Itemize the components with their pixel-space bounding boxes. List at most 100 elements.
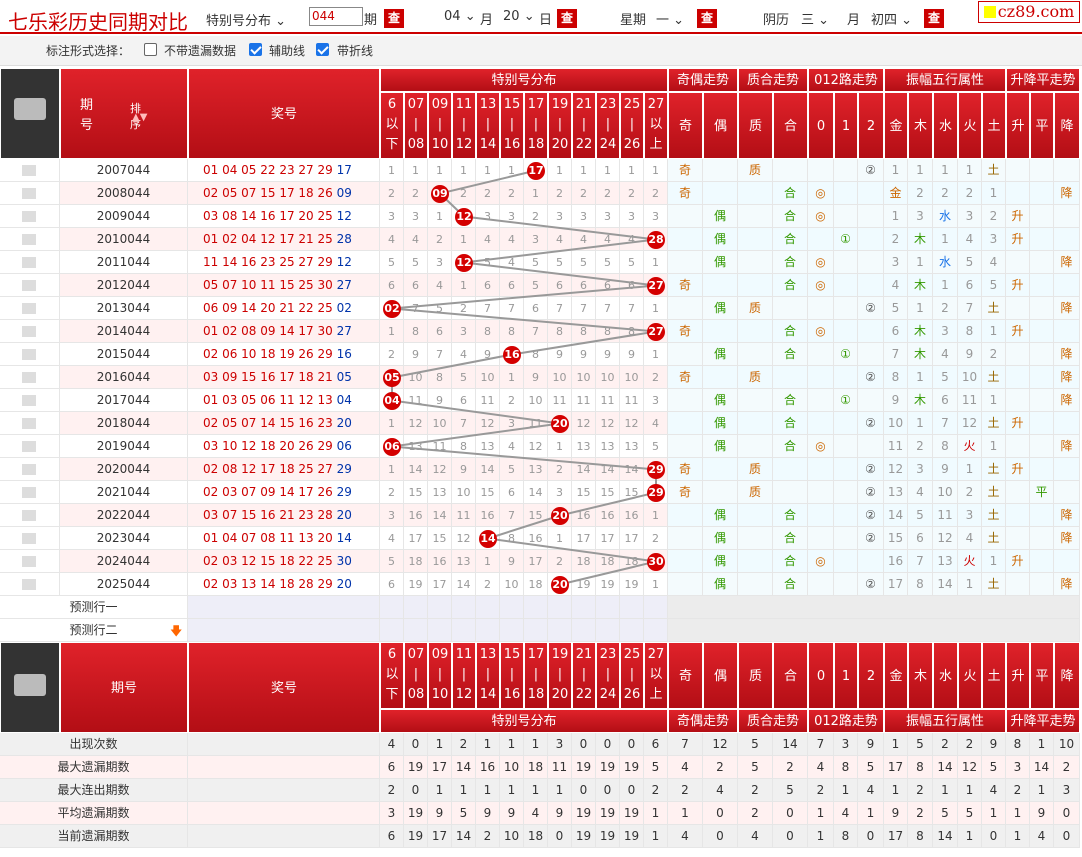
month-select[interactable]: 04 ⌄	[444, 9, 476, 24]
site-logo[interactable]: cz89.com	[978, 1, 1080, 23]
lunar-month-select[interactable]: 三 ⌄	[801, 9, 829, 28]
attr-cell: 5	[933, 366, 958, 389]
predict-dist-cell[interactable]	[428, 619, 452, 642]
predict-dist-cell[interactable]	[452, 619, 476, 642]
predict-dist-cell[interactable]	[548, 596, 572, 619]
predict-prize-cell[interactable]	[188, 619, 380, 642]
issue-cell: 2016044	[60, 366, 188, 389]
attr-cell: 3	[884, 251, 908, 274]
attr-cell	[668, 412, 703, 435]
attr-cell: 13	[884, 481, 908, 504]
predict-dist-cell[interactable]	[500, 619, 524, 642]
prize-numbers: 02 08 12 17 18 25 27	[203, 462, 337, 476]
stat-cell: 19	[404, 756, 428, 779]
day-select[interactable]: 20 ⌄	[503, 9, 535, 24]
predict-dist-cell[interactable]	[620, 619, 644, 642]
miss-cell: 4	[380, 527, 404, 550]
stat-cell: 5	[644, 756, 668, 779]
query-issue-button[interactable]: 查	[384, 9, 404, 28]
attr-cell	[773, 481, 808, 504]
predict-arrow-icon[interactable]: 🡇	[170, 622, 182, 643]
predict-dist-cell[interactable]	[644, 596, 668, 619]
week-select[interactable]: 一 ⌄	[656, 9, 684, 28]
attr-cell: 合	[773, 228, 808, 251]
attr-cell	[834, 297, 858, 320]
polyline-checkbox[interactable]	[316, 43, 329, 56]
day-value: 20	[503, 9, 520, 24]
predict-dist-cell[interactable]	[452, 596, 476, 619]
issue-input[interactable]: 044	[309, 7, 363, 26]
group-col-footer: 偶	[703, 642, 738, 709]
special-number: 20	[336, 416, 352, 430]
predict-dist-cell[interactable]	[572, 596, 596, 619]
attr-cell	[834, 366, 858, 389]
attr-cell: 合	[773, 412, 808, 435]
predict-dist-cell[interactable]	[404, 619, 428, 642]
dist-type-select[interactable]: 特别号分布 ⌄	[206, 10, 286, 29]
miss-cell: 1	[380, 320, 404, 343]
attr-cell: 降	[1054, 389, 1080, 412]
thumb-blur-icon	[22, 556, 36, 567]
sort-arrow-icon[interactable]: ▲▼	[132, 112, 147, 123]
predict-dist-cell[interactable]	[596, 596, 620, 619]
predict-dist-cell[interactable]	[524, 619, 548, 642]
prize-numbers: 03 09 15 16 17 18 21	[203, 370, 337, 384]
miss-cell: 3	[548, 205, 572, 228]
predict-dist-cell[interactable]	[380, 596, 404, 619]
miss-cell: 1	[548, 527, 572, 550]
stat-label: 最大连出期数	[0, 779, 188, 802]
special-number: 04	[336, 393, 352, 407]
predict-prize-cell[interactable]	[188, 596, 380, 619]
no-miss-label: 不带遗漏数据	[164, 44, 237, 58]
predict-dist-cell[interactable]	[524, 596, 548, 619]
attr-cell	[808, 366, 834, 389]
prize-cell: 01 03 05 06 11 12 13 04	[188, 389, 380, 412]
lunar-label: 阴历	[763, 13, 790, 28]
no-miss-checkbox[interactable]	[144, 43, 157, 56]
predict-dist-cell[interactable]	[380, 619, 404, 642]
miss-cell: 14	[572, 458, 596, 481]
miss-cell: 12	[476, 412, 500, 435]
attr-cell	[668, 389, 703, 412]
miss-cell: 5	[380, 251, 404, 274]
predict-dist-cell[interactable]	[428, 596, 452, 619]
stat-cell: 6	[644, 733, 668, 756]
attr-cell	[808, 527, 834, 550]
attr-cell: ◎	[808, 205, 834, 228]
query-date-button[interactable]: 查	[557, 9, 577, 28]
predict-dist-cell[interactable]	[644, 619, 668, 642]
predict-attr-cell[interactable]	[668, 596, 1080, 619]
predict-dist-cell[interactable]	[620, 596, 644, 619]
predict-dist-cell[interactable]	[548, 619, 572, 642]
miss-cell: 6	[476, 274, 500, 297]
predict-dist-cell[interactable]	[596, 619, 620, 642]
predict-label[interactable]: 预测行一	[0, 596, 188, 619]
miss-cell: 1	[524, 182, 548, 205]
predict-label[interactable]: 预测行二	[0, 619, 188, 642]
dist-col-footer-text: 17 | 18	[527, 647, 545, 702]
lunar-day-select[interactable]: 初四 ⌄	[871, 9, 912, 28]
issue-cell: 2013044	[60, 297, 188, 320]
attr-cell	[738, 343, 773, 366]
miss-cell: 5	[380, 550, 404, 573]
special-ball: 20	[551, 414, 569, 433]
helper-line-checkbox[interactable]	[249, 43, 262, 56]
predict-dist-cell[interactable]	[476, 596, 500, 619]
miss-cell: 3	[500, 205, 524, 228]
predict-attr-cell[interactable]	[668, 619, 1080, 642]
special-number: 27	[336, 324, 352, 338]
group-header: 质合走势	[738, 68, 808, 92]
predict-dist-cell[interactable]	[476, 619, 500, 642]
predict-dist-cell[interactable]	[404, 596, 428, 619]
predict-dist-cell[interactable]	[572, 619, 596, 642]
attr-cell	[773, 297, 808, 320]
query-week-button[interactable]: 查	[697, 9, 717, 28]
query-lunar-button[interactable]: 查	[924, 9, 944, 28]
miss-cell: 13	[620, 435, 644, 458]
attr-cell: 偶	[703, 251, 738, 274]
attr-cell	[738, 205, 773, 228]
group-header: 升降平走势	[1006, 68, 1080, 92]
predict-dist-cell[interactable]	[500, 596, 524, 619]
attr-cell	[1006, 343, 1030, 366]
stat-cell: 1	[1006, 802, 1030, 825]
